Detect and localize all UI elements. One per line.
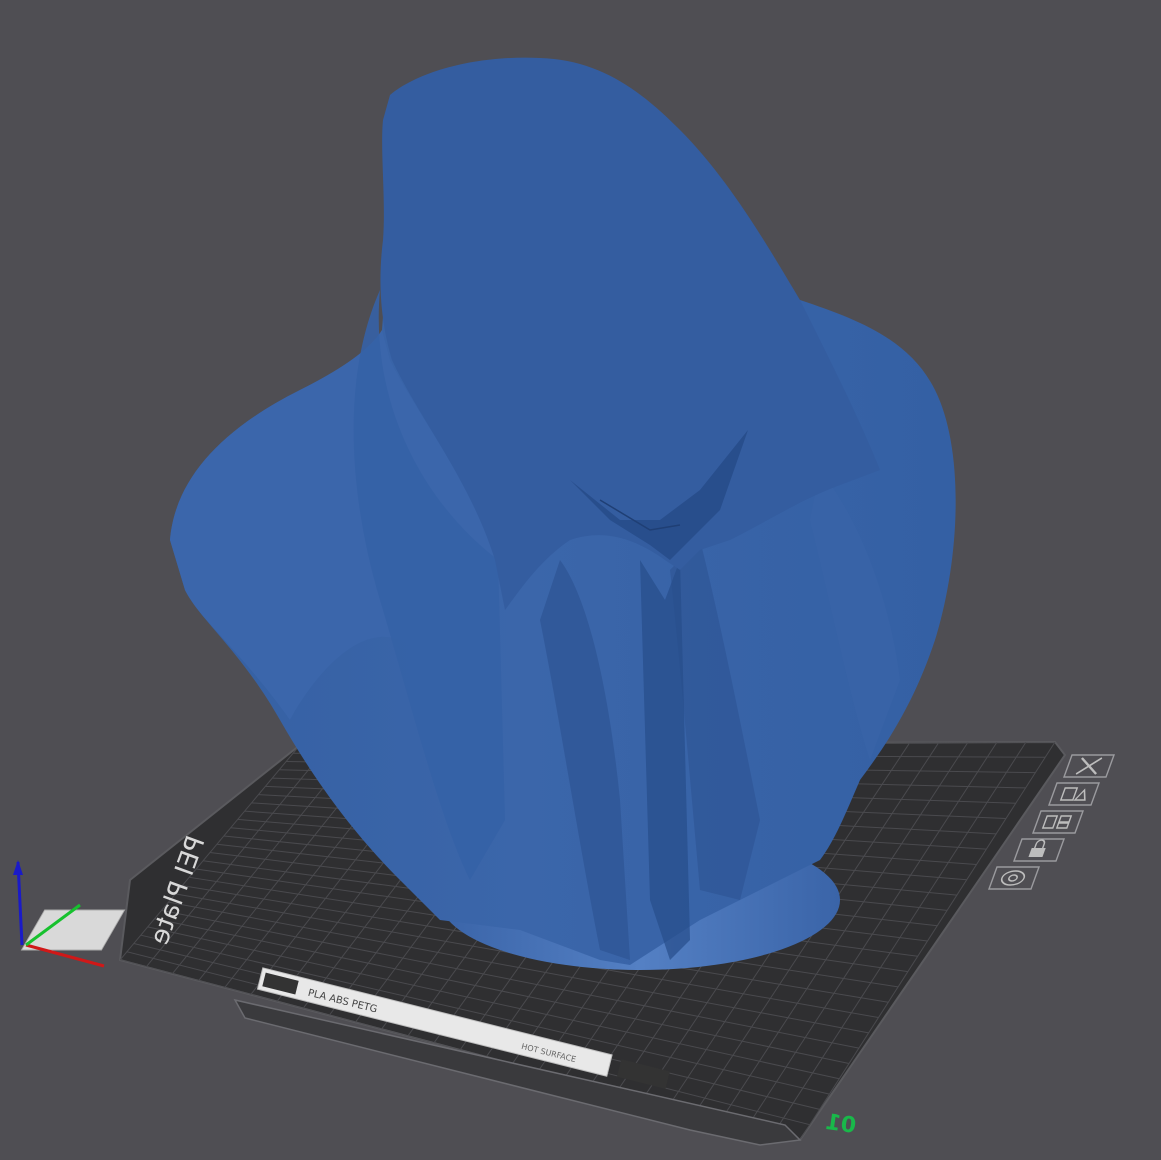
fit-image-icon xyxy=(1059,787,1086,801)
plate-number: 01 xyxy=(824,1110,858,1139)
3d-viewport[interactable]: PLA ABS PETG HOT SURFACE PEI Plate 01 xyxy=(0,0,1161,1160)
plate-settings-button[interactable] xyxy=(987,866,1041,890)
settings-icon xyxy=(1000,870,1026,886)
plate-close-button[interactable] xyxy=(1062,754,1116,778)
plate-fit-button[interactable] xyxy=(1047,782,1101,806)
scene-canvas[interactable]: PLA ABS PETG HOT SURFACE PEI Plate 01 xyxy=(0,0,1161,1160)
close-icon xyxy=(1075,757,1103,775)
plate-lock-button[interactable] xyxy=(1012,838,1066,862)
plate-arrange-button[interactable] xyxy=(1031,810,1085,834)
arrange-icon xyxy=(1041,815,1073,829)
lock-icon xyxy=(1028,839,1046,857)
axis-gizmo xyxy=(13,860,126,968)
